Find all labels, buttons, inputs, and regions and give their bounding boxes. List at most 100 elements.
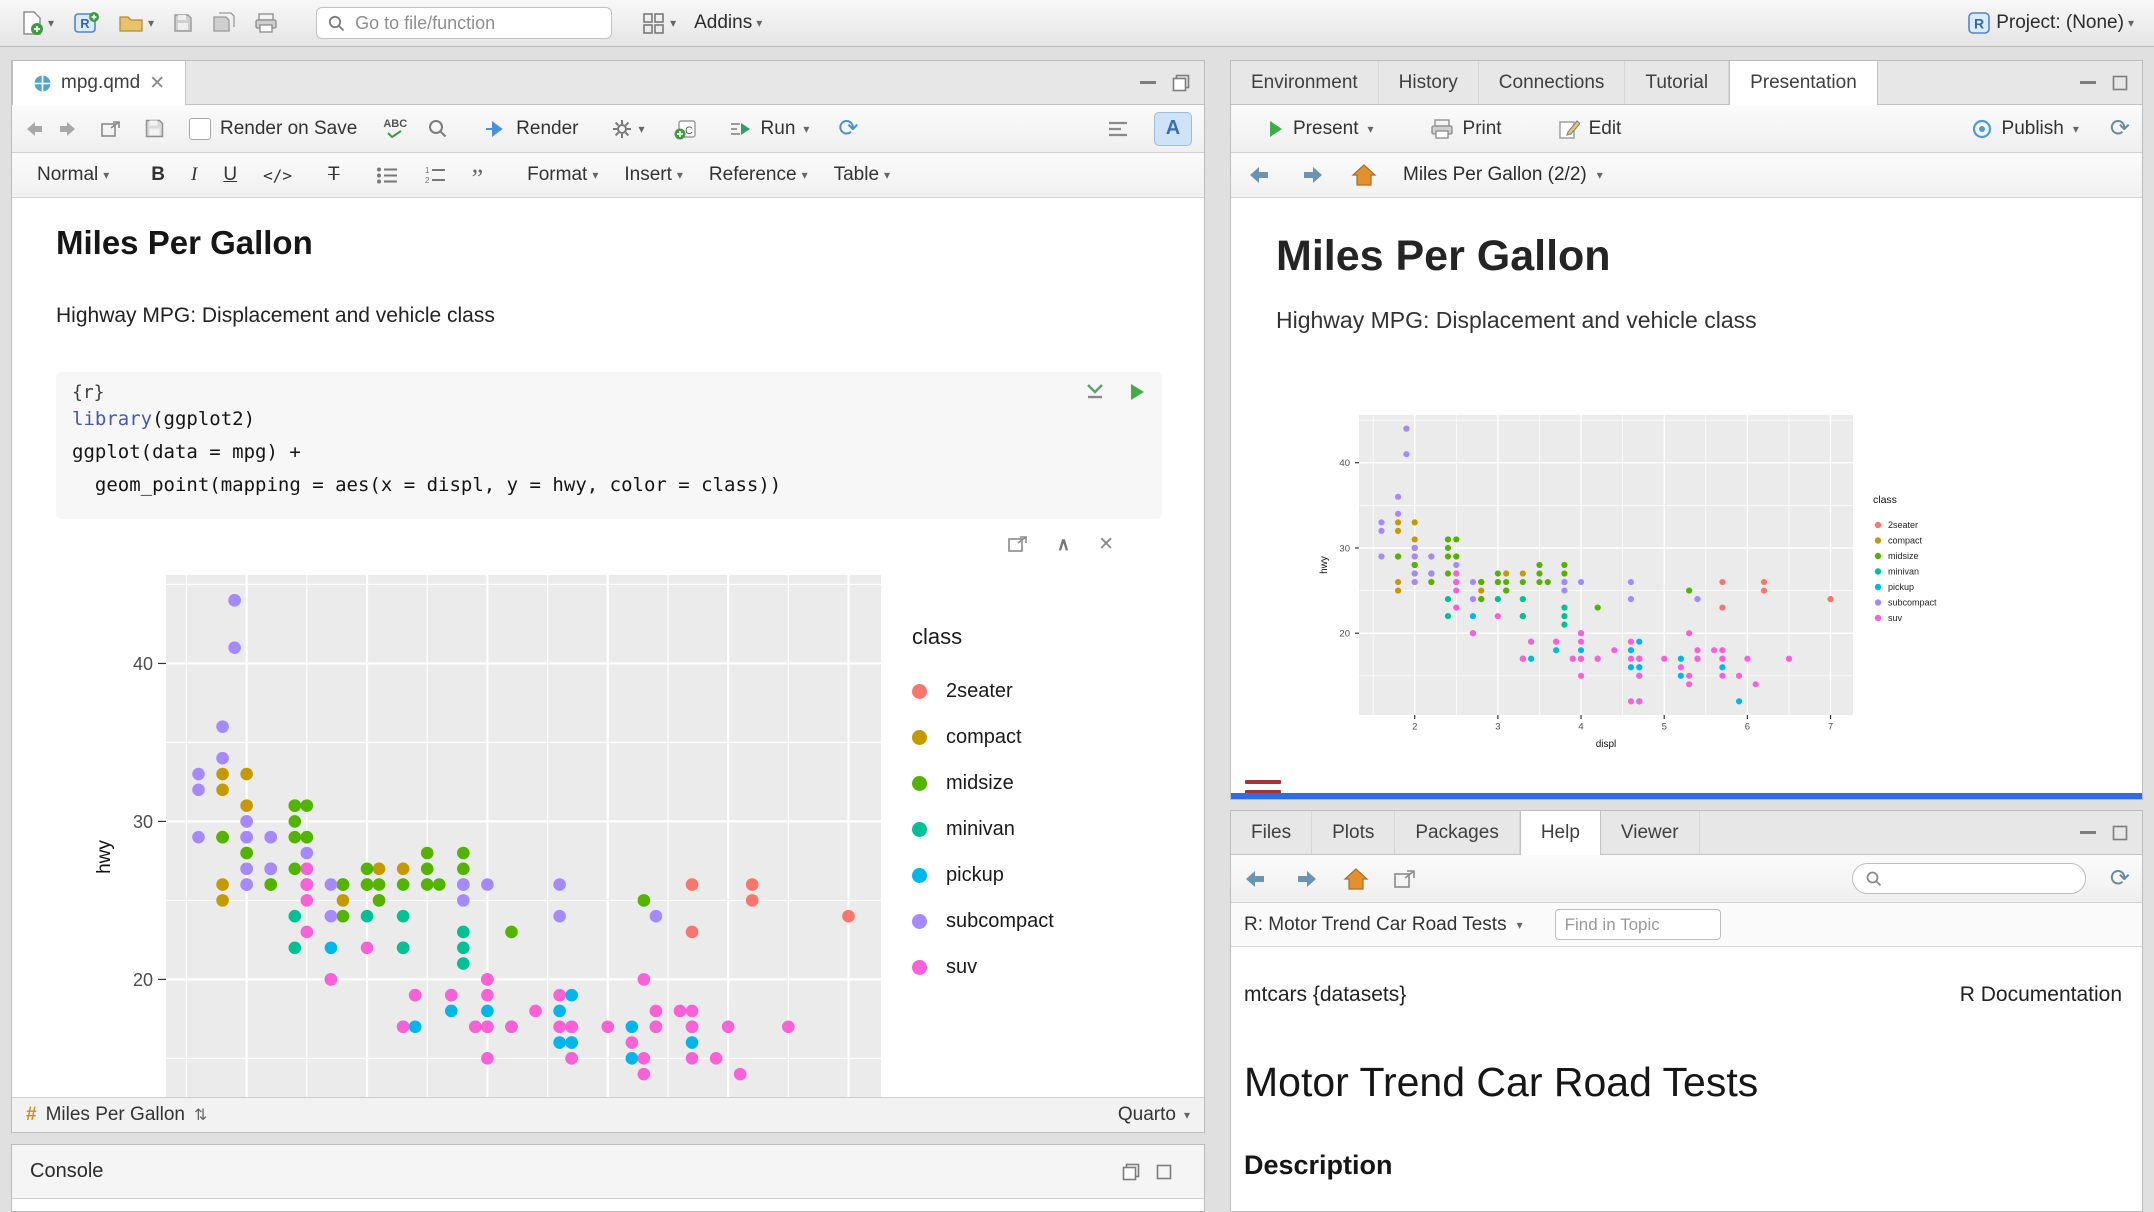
tab-mpg-qmd[interactable]: mpg.qmd ✕ (12, 61, 186, 105)
tab-presentation[interactable]: Presentation (1729, 61, 1878, 105)
insert-chunk-icon[interactable]: C (674, 118, 698, 140)
outline-toggle-icon[interactable] (1106, 119, 1130, 139)
new-project-button[interactable]: R (66, 0, 106, 46)
outline-location[interactable]: Miles Per Gallon (46, 1104, 185, 1126)
clear-output-icon[interactable]: ✕ (1098, 533, 1114, 556)
tab-plots[interactable]: Plots (1312, 811, 1395, 854)
help-refresh-icon[interactable]: ⟳ (2110, 864, 2130, 893)
code-chunk[interactable]: {r} library(ggplot2)ggplot(data = mpg) +… (56, 372, 1162, 519)
spellcheck-icon[interactable]: ABC (383, 119, 407, 138)
render-button[interactable]: Render (472, 112, 589, 146)
print-button[interactable] (248, 0, 284, 46)
help-home-icon[interactable] (1343, 867, 1369, 891)
run-all-above-icon[interactable] (1084, 382, 1106, 402)
clear-format-button[interactable]: T (317, 158, 351, 192)
document-canvas[interactable]: Miles Per Gallon Highway MPG: Displaceme… (12, 198, 1204, 1100)
help-search-input[interactable] (1890, 869, 2101, 889)
slide-selector[interactable]: Miles Per Gallon (2/2) ▾ (1403, 164, 1603, 186)
forward-icon[interactable] (56, 119, 78, 139)
maximize-icon[interactable] (2112, 75, 2128, 91)
maximize-icon[interactable] (2112, 825, 2128, 841)
tab-history[interactable]: History (1379, 61, 1479, 104)
tab-viewer[interactable]: Viewer (1601, 811, 1700, 854)
minimize-icon[interactable] (2080, 81, 2096, 84)
svg-text:compact: compact (1888, 536, 1923, 546)
slide-forward-icon[interactable] (1299, 164, 1325, 186)
bold-button[interactable]: B (140, 158, 176, 192)
italic-button[interactable]: I (180, 158, 208, 192)
refresh-icon[interactable]: ⟳ (2110, 114, 2130, 143)
code-button[interactable]: </> (252, 158, 303, 192)
run-button[interactable]: Run ▾ (718, 112, 821, 146)
back-icon[interactable] (24, 119, 46, 139)
publish-button[interactable]: Publish ▾ (1960, 112, 2090, 146)
open-file-button[interactable]: ▾ (112, 0, 160, 46)
run-chunk-icon[interactable] (1128, 382, 1146, 402)
edit-presentation-button[interactable]: Edit (1547, 112, 1633, 146)
tab-label: Presentation (1750, 72, 1857, 94)
collapse-output-icon[interactable]: ∧ (1057, 534, 1070, 555)
run-caret-icon: ▾ (803, 123, 809, 135)
svg-text:40: 40 (133, 654, 153, 674)
save-button[interactable] (166, 0, 200, 46)
insert-menu[interactable]: Insert ▾ (613, 158, 694, 192)
output-popout-icon[interactable] (1007, 534, 1029, 554)
help-forward-icon[interactable] (1293, 868, 1319, 890)
render-options-button[interactable]: ▾ (600, 112, 656, 146)
doc-type-label[interactable]: Quarto (1118, 1104, 1176, 1126)
underline-button[interactable]: U (212, 158, 248, 192)
minimize-icon[interactable] (1140, 81, 1156, 84)
pane-layout-button[interactable]: ▾ (636, 0, 682, 46)
save-all-button[interactable] (206, 0, 242, 46)
topic-selector[interactable]: R: Motor Trend Car Road Tests ▾ (1244, 914, 1523, 936)
slide-back-icon[interactable] (1247, 164, 1273, 186)
tab-help[interactable]: Help (1520, 811, 1601, 855)
restore-icon[interactable] (1122, 1163, 1140, 1181)
rerun-icon[interactable]: ⟳ (838, 114, 858, 143)
tab-files[interactable]: Files (1231, 811, 1312, 854)
paragraph-style-select[interactable]: Normal ▾ (26, 158, 120, 192)
console-header: Console (12, 1145, 1204, 1199)
output-toolbar: ∧ ✕ (12, 519, 1204, 559)
blockquote-button[interactable]: ” (461, 154, 495, 196)
console-title[interactable]: Console (30, 1160, 103, 1183)
svg-text:2seater: 2seater (1888, 520, 1918, 530)
chunk-code[interactable]: library(ggplot2)ggplot(data = mpg) + geo… (72, 403, 1146, 502)
tab-connections[interactable]: Connections (1479, 61, 1626, 104)
maximize-icon[interactable] (1172, 74, 1190, 92)
numbered-list-button[interactable]: 12 (413, 158, 457, 192)
svg-text:C: C (685, 125, 693, 137)
save-icon[interactable] (144, 118, 165, 139)
minimize-icon[interactable] (2080, 831, 2096, 834)
tab-environment[interactable]: Environment (1231, 61, 1379, 104)
tab-tutorial[interactable]: Tutorial (1625, 61, 1729, 104)
bullet-list-button[interactable] (365, 158, 409, 192)
help-popout-icon[interactable] (1393, 868, 1417, 890)
goto-file-search[interactable] (316, 7, 612, 39)
find-in-topic-input[interactable] (1555, 909, 1721, 940)
tab-label: Environment (1251, 72, 1358, 94)
addins-button[interactable]: Addins ▾ (688, 0, 768, 46)
help-window-controls (2080, 811, 2142, 854)
legend-dot (912, 822, 927, 837)
reference-menu[interactable]: Reference ▾ (698, 158, 819, 192)
tab-packages[interactable]: Packages (1395, 811, 1519, 854)
visual-editor-toggle[interactable]: A (1154, 112, 1192, 146)
help-pane: Files Plots Packages Help Viewer (1230, 810, 2143, 1212)
home-icon[interactable] (1351, 163, 1377, 187)
goto-file-input[interactable] (353, 12, 601, 35)
new-file-button[interactable]: ▾ (14, 0, 60, 46)
present-button[interactable]: Present ▾ (1257, 112, 1385, 146)
render-on-save-toggle[interactable]: Render on Save (189, 118, 357, 140)
help-search-box[interactable] (1852, 863, 2086, 894)
format-menu[interactable]: Format ▾ (516, 158, 609, 192)
print-presentation-button[interactable]: Print (1419, 112, 1513, 146)
format-menu-caret-icon: ▾ (592, 169, 598, 181)
tab-close-icon[interactable]: ✕ (149, 72, 165, 95)
popout-icon[interactable] (100, 119, 122, 139)
table-menu[interactable]: Table ▾ (823, 158, 901, 192)
help-back-icon[interactable] (1243, 868, 1269, 890)
find-replace-icon[interactable] (427, 118, 448, 139)
maximize-icon[interactable] (1156, 1164, 1172, 1180)
project-selector[interactable]: R Project: (None) ▾ (1960, 0, 2140, 46)
